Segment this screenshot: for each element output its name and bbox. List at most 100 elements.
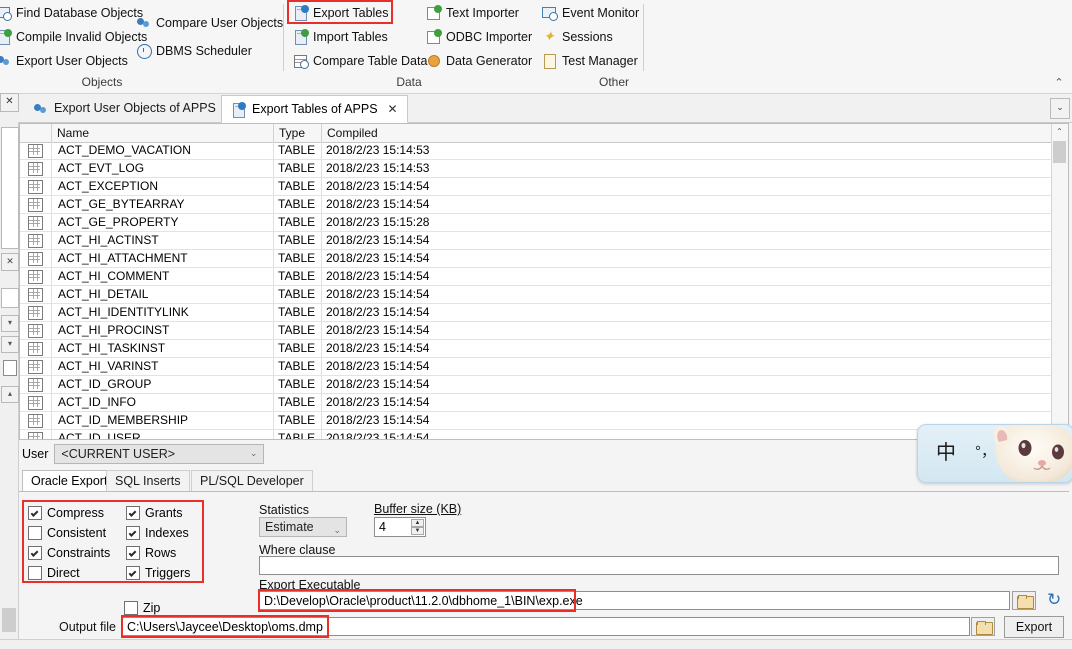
ribbon-item-text-importer[interactable]: Text Importer (426, 2, 519, 24)
table-row[interactable]: ACT_HI_COMMENT TABLE 2018/2/23 15:14:54 (20, 268, 1068, 286)
buffer-size-stepper[interactable]: 4 ▲ ▼ (374, 517, 426, 537)
table-row[interactable]: ACT_ID_USER TABLE 2018/2/23 15:14:54 (20, 430, 1068, 439)
stepper-up-icon[interactable]: ▲ (411, 519, 424, 527)
checkbox-box[interactable] (126, 506, 140, 520)
checkbox-triggers[interactable]: Triggers (126, 564, 190, 582)
table-row[interactable]: ACT_HI_IDENTITYLINK TABLE 2018/2/23 15:14:… (20, 304, 1068, 322)
table-row[interactable]: ACT_ID_MEMBERSHIP TABLE 2018/2/23 15:14:54 (20, 412, 1068, 430)
grid-header-name[interactable]: Name (52, 124, 274, 142)
table-row[interactable]: ACT_ID_INFO TABLE 2018/2/23 15:14:54 (20, 394, 1068, 412)
table-name-cell[interactable]: ACT_GE_PROPERTY (52, 214, 274, 231)
checkbox-box[interactable] (28, 566, 42, 580)
checkbox-grants[interactable]: Grants (126, 504, 183, 522)
ime-language-toggle[interactable]: 中 (936, 441, 956, 463)
ribbon-collapse-icon[interactable]: ⌃ (1052, 76, 1066, 90)
table-name-cell[interactable]: ACT_HI_IDENTITYLINK (52, 304, 274, 321)
table-row[interactable]: ACT_HI_TASKINST TABLE 2018/2/23 15:14:54 (20, 340, 1068, 358)
ribbon-item-data-generator[interactable]: Data Generator (426, 50, 532, 72)
checkbox-box[interactable] (126, 546, 140, 560)
left-panel-close-icon-2[interactable]: ✕ (1, 253, 19, 271)
checkbox-box[interactable] (126, 566, 140, 580)
left-dock-scroll-thumb[interactable] (2, 608, 16, 632)
tab-export-user-objects-of-apps[interactable]: Export User Objects of APPS (24, 95, 225, 121)
stepper-down-icon[interactable]: ▼ (411, 527, 424, 535)
ribbon-item-export-tables[interactable]: Export Tables (293, 2, 389, 24)
table-row[interactable]: ACT_GE_PROPERTY TABLE 2018/2/23 15:15:28 (20, 214, 1068, 232)
table-name-cell[interactable]: ACT_HI_COMMENT (52, 268, 274, 285)
output-file-browse-button[interactable] (971, 617, 995, 636)
output-file-input[interactable]: C:\Users\Jaycee\Desktop\oms.dmp (122, 617, 970, 636)
table-row[interactable]: ACT_HI_ACTINST TABLE 2018/2/23 15:14:54 (20, 232, 1068, 250)
left-panel-page-icon[interactable] (3, 360, 17, 376)
tab-sql-inserts[interactable]: SQL Inserts (106, 470, 190, 492)
left-panel-chevron-up-icon[interactable]: ▴ (1, 386, 19, 403)
tab-export-tables-of-apps[interactable]: Export Tables of APPS ✕ (221, 95, 408, 123)
table-row[interactable]: ACT_HI_DETAIL TABLE 2018/2/23 15:14:54 (20, 286, 1068, 304)
table-name-cell[interactable]: ACT_HI_VARINST (52, 358, 274, 375)
table-name-cell[interactable]: ACT_HI_PROCINST (52, 322, 274, 339)
ribbon-item-compare-table-data[interactable]: Compare Table Data (293, 50, 427, 72)
table-row[interactable]: ACT_HI_PROCINST TABLE 2018/2/23 15:14:54 (20, 322, 1068, 340)
ribbon-item-test-manager[interactable]: Test Manager (542, 50, 638, 72)
table-row[interactable]: ACT_ID_GROUP TABLE 2018/2/23 15:14:54 (20, 376, 1068, 394)
checkbox-box[interactable] (124, 601, 138, 615)
statistics-dropdown[interactable]: Estimate ⌄ (259, 517, 347, 537)
export-executable-browse-button[interactable] (1012, 591, 1036, 610)
where-clause-input[interactable] (259, 556, 1059, 575)
ribbon-item-find-database-objects[interactable]: Find Database Objects (0, 2, 143, 24)
table-name-cell[interactable]: ACT_DEMO_VACATION (52, 142, 274, 159)
ribbon-item-sessions[interactable]: ✦ Sessions (542, 26, 613, 48)
table-row[interactable]: ACT_HI_VARINST TABLE 2018/2/23 15:14:54 (20, 358, 1068, 376)
checkbox-box[interactable] (28, 546, 42, 560)
scroll-up-icon[interactable]: ⌃ (1052, 124, 1067, 140)
grid-body[interactable]: ACT_DEMO_VACATION TABLE 2018/2/23 15:14:53… (20, 142, 1068, 439)
table-name-cell[interactable]: ACT_HI_ATTACHMENT (52, 250, 274, 267)
scroll-thumb[interactable] (1053, 141, 1066, 163)
table-row[interactable]: ACT_EXCEPTION TABLE 2018/2/23 15:14:54 (20, 178, 1068, 196)
ribbon-item-export-user-objects[interactable]: Export User Objects (0, 50, 128, 72)
ribbon-item-dbms-scheduler[interactable]: DBMS Scheduler (136, 40, 252, 62)
checkbox-constraints[interactable]: Constraints (28, 544, 110, 562)
table-name-cell[interactable]: ACT_HI_TASKINST (52, 340, 274, 357)
checkbox-box[interactable] (126, 526, 140, 540)
table-name-cell[interactable]: ACT_ID_GROUP (52, 376, 274, 393)
tab-plsql-developer[interactable]: PL/SQL Developer (191, 470, 313, 492)
table-row[interactable]: ACT_DEMO_VACATION TABLE 2018/2/23 15:14:53 (20, 142, 1068, 160)
tab-close-icon[interactable]: ✕ (388, 102, 398, 116)
grid-header-compiled[interactable]: Compiled (322, 124, 1052, 142)
table-name-cell[interactable]: ACT_HI_ACTINST (52, 232, 274, 249)
stepper-buttons[interactable]: ▲ ▼ (411, 519, 424, 535)
grid-header-select-all[interactable] (20, 124, 52, 142)
table-row[interactable]: ACT_HI_ATTACHMENT TABLE 2018/2/23 15:14:54 (20, 250, 1068, 268)
ribbon-item-import-tables[interactable]: Import Tables (293, 26, 388, 48)
table-name-cell[interactable]: ACT_ID_USER (52, 430, 274, 439)
table-name-cell[interactable]: ACT_EXCEPTION (52, 178, 274, 195)
checkbox-box[interactable] (28, 506, 42, 520)
export-executable-input[interactable]: D:\Develop\Oracle\product\11.2.0\dbhome_… (259, 591, 1010, 610)
table-name-cell[interactable]: ACT_EVT_LOG (52, 160, 274, 177)
table-row[interactable]: ACT_GE_BYTEARRAY TABLE 2018/2/23 15:14:54 (20, 196, 1068, 214)
close-all-tabs-icon[interactable]: ✕ (0, 93, 19, 112)
checkbox-direct[interactable]: Direct (28, 564, 80, 582)
checkbox-compress[interactable]: Compress (28, 504, 104, 522)
ribbon-item-compare-user-objects[interactable]: Compare User Objects (136, 12, 283, 34)
ribbon-item-event-monitor[interactable]: Event Monitor (542, 2, 639, 24)
table-name-cell[interactable]: ACT_ID_INFO (52, 394, 274, 411)
tab-oracle-export[interactable]: Oracle Export (22, 470, 117, 492)
checkbox-zip[interactable]: Zip (124, 599, 160, 617)
grid-vertical-scrollbar[interactable]: ⌃ (1051, 124, 1068, 439)
export-button[interactable]: Export (1004, 616, 1064, 638)
checkbox-indexes[interactable]: Indexes (126, 524, 189, 542)
grid-header-type[interactable]: Type (274, 124, 322, 142)
checkbox-rows[interactable]: Rows (126, 544, 176, 562)
left-panel-chevron-down-icon[interactable]: ▾ (1, 315, 19, 332)
checkbox-consistent[interactable]: Consistent (28, 524, 106, 542)
left-panel-chevron-down-icon-2[interactable]: ▾ (1, 336, 19, 353)
ribbon-item-compile-invalid-objects[interactable]: Compile Invalid Objects (0, 26, 147, 48)
user-dropdown[interactable]: <CURRENT USER> ⌄ (54, 444, 265, 464)
table-row[interactable]: ACT_EVT_LOG TABLE 2018/2/23 15:14:53 (20, 160, 1068, 178)
table-name-cell[interactable]: ACT_ID_MEMBERSHIP (52, 412, 274, 429)
checkbox-box[interactable] (28, 526, 42, 540)
ribbon-item-odbc-importer[interactable]: ODBC Importer (426, 26, 532, 48)
table-name-cell[interactable]: ACT_GE_BYTEARRAY (52, 196, 274, 213)
